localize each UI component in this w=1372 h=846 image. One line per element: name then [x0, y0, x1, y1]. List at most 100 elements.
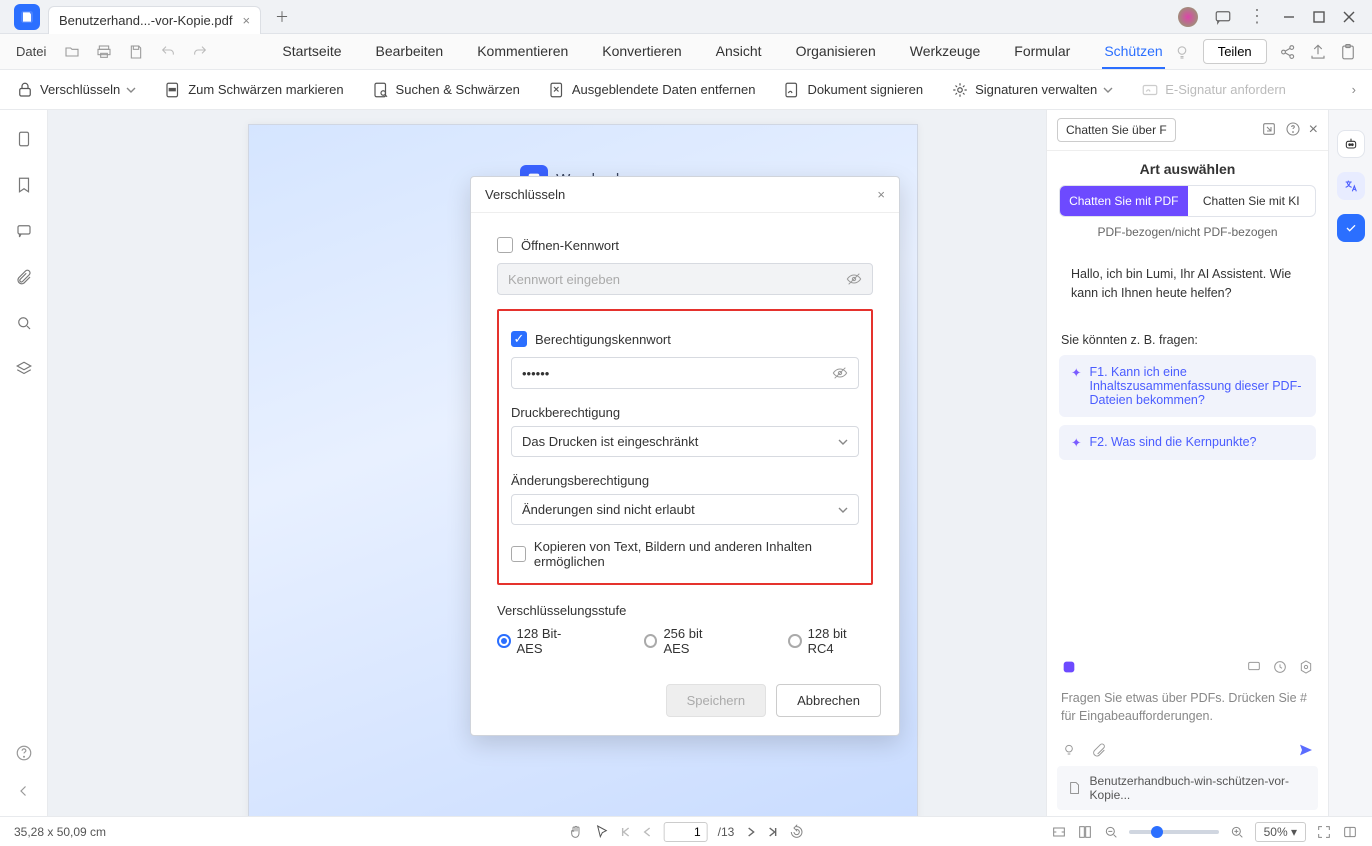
first-page-icon[interactable]	[620, 826, 632, 838]
kebab-menu-icon[interactable]: ⋮	[1248, 6, 1266, 27]
idea-icon[interactable]	[1061, 742, 1077, 758]
chat-mode-dropdown[interactable]: Chatten Sie über F	[1057, 118, 1176, 142]
close-panel-icon[interactable]: ×	[1309, 121, 1318, 139]
ai-panel-title: Art auswählen	[1047, 151, 1328, 185]
save-icon[interactable]	[124, 40, 148, 64]
cancel-button[interactable]: Abbrechen	[776, 684, 881, 717]
share-cloud-icon[interactable]	[1279, 43, 1297, 61]
redo-icon[interactable]	[188, 40, 212, 64]
clock-icon[interactable]	[1272, 659, 1288, 675]
fullscreen-icon[interactable]	[1316, 824, 1332, 840]
page-number-input[interactable]	[664, 822, 708, 842]
encrypt-button[interactable]: Verschlüsseln	[16, 81, 136, 99]
change-perm-select[interactable]: Änderungen sind nicht erlaubt	[511, 494, 859, 525]
undo-icon[interactable]	[156, 40, 180, 64]
expand-panel-icon[interactable]	[1261, 121, 1277, 137]
help-icon[interactable]	[15, 744, 33, 762]
rotate-icon[interactable]	[788, 824, 804, 840]
fit-width-icon[interactable]	[1051, 824, 1067, 840]
manage-sigs-button[interactable]: Signaturen verwalten	[951, 81, 1113, 99]
request-esig-label: E-Signatur anfordern	[1165, 82, 1286, 97]
ai-attached-file[interactable]: Benutzerhandbuch-win-schützen-vor-Kopie.…	[1057, 766, 1318, 810]
tab-startseite[interactable]: Startseite	[280, 35, 343, 69]
perm-password-checkbox[interactable]: ✓	[511, 331, 527, 347]
sign-doc-button[interactable]: Dokument signieren	[783, 81, 923, 99]
enc-radio-128rc4[interactable]: 128 bit RC4	[788, 626, 873, 656]
perm-password-input[interactable]: ••••••	[511, 357, 859, 389]
search-icon[interactable]	[15, 314, 33, 332]
signature-icon	[783, 81, 801, 99]
print-icon[interactable]	[92, 40, 116, 64]
prev-page-icon[interactable]	[642, 826, 654, 838]
view-mode-icon[interactable]	[1077, 824, 1093, 840]
settings-icon[interactable]	[1298, 659, 1314, 675]
open-password-checkbox[interactable]	[497, 237, 513, 253]
tab-kommentieren[interactable]: Kommentieren	[475, 35, 570, 69]
dialog-close-icon[interactable]: ×	[877, 187, 885, 202]
save-button[interactable]: Speichern	[666, 684, 767, 717]
zoom-level-select[interactable]: 50% ▾	[1255, 822, 1306, 842]
open-password-input[interactable]: Kennwort eingeben	[497, 263, 873, 295]
ai-bot-icon[interactable]	[1337, 130, 1365, 158]
minimize-window-icon[interactable]	[1282, 10, 1296, 24]
translate-icon[interactable]	[1337, 172, 1365, 200]
tab-werkzeuge[interactable]: Werkzeuge	[908, 35, 983, 69]
hand-tool-icon[interactable]	[568, 824, 584, 840]
tab-ansicht[interactable]: Ansicht	[714, 35, 764, 69]
last-page-icon[interactable]	[766, 826, 778, 838]
next-page-icon[interactable]	[744, 826, 756, 838]
thumbnails-icon[interactable]	[15, 130, 33, 148]
close-icon[interactable]: ×	[242, 13, 250, 28]
request-esig-button[interactable]: E-Signatur anfordern	[1141, 81, 1286, 99]
tab-formular[interactable]: Formular	[1012, 35, 1072, 69]
tab-chat-pdf[interactable]: Chatten Sie mit PDF	[1060, 186, 1188, 216]
eye-icon[interactable]	[846, 271, 862, 287]
zoom-in-icon[interactable]	[1229, 824, 1245, 840]
upload-icon[interactable]	[1309, 43, 1327, 61]
lightbulb-icon[interactable]	[1173, 43, 1191, 61]
ai-input[interactable]: Fragen Sie etwas über PDFs. Drücken Sie …	[1061, 689, 1314, 727]
zoom-out-icon[interactable]	[1103, 824, 1119, 840]
attachments-icon[interactable]	[15, 268, 33, 286]
message-icon[interactable]	[1214, 8, 1232, 26]
chat-history-icon[interactable]	[1246, 659, 1262, 675]
open-icon[interactable]	[60, 40, 84, 64]
ai-suggestion-2[interactable]: ✦F2. Was sind die Kernpunkte?	[1059, 425, 1316, 460]
search-redact-button[interactable]: Suchen & Schwärzen	[372, 81, 520, 99]
search-redact-label: Suchen & Schwärzen	[396, 82, 520, 97]
remove-hidden-button[interactable]: Ausgeblendete Daten entfernen	[548, 81, 756, 99]
toolbar-more-icon[interactable]: ›	[1352, 82, 1356, 97]
mark-redact-button[interactable]: Zum Schwärzen markieren	[164, 81, 343, 99]
new-tab-icon[interactable]: ＋	[275, 7, 289, 27]
document-tab[interactable]: Benutzerhand...-vor-Kopie.pdf ×	[48, 6, 261, 34]
collapse-rail-icon[interactable]	[15, 782, 33, 800]
eye-icon[interactable]	[832, 365, 848, 381]
read-mode-icon[interactable]	[1342, 824, 1358, 840]
tab-bearbeiten[interactable]: Bearbeiten	[374, 35, 446, 69]
zoom-slider[interactable]	[1129, 830, 1219, 834]
user-avatar[interactable]	[1178, 7, 1198, 27]
ai-suggestion-1[interactable]: ✦F1. Kann ich eine Inhaltszusammenfassun…	[1059, 355, 1316, 417]
tab-chat-ki[interactable]: Chatten Sie mit KI	[1188, 186, 1316, 216]
send-icon[interactable]	[1298, 742, 1314, 758]
allow-copy-checkbox[interactable]	[511, 546, 526, 562]
enc-radio-128aes[interactable]: 128 Bit-AES	[497, 626, 584, 656]
print-perm-select[interactable]: Das Drucken ist eingeschränkt	[511, 426, 859, 457]
tab-schuetzen[interactable]: Schützen	[1102, 35, 1164, 69]
close-window-icon[interactable]	[1342, 10, 1356, 24]
tab-konvertieren[interactable]: Konvertieren	[600, 35, 683, 69]
check-shield-icon[interactable]	[1337, 214, 1365, 242]
comments-icon[interactable]	[15, 222, 33, 240]
share-button[interactable]: Teilen	[1203, 39, 1267, 64]
attach-icon[interactable]	[1091, 742, 1107, 758]
bookmarks-icon[interactable]	[15, 176, 33, 194]
tab-organisieren[interactable]: Organisieren	[794, 35, 878, 69]
clipboard-icon[interactable]	[1339, 43, 1357, 61]
layers-icon[interactable]	[15, 360, 33, 378]
enc-radio-256aes[interactable]: 256 bit AES	[644, 626, 728, 656]
file-menu[interactable]: Datei	[16, 44, 46, 59]
help-circle-icon[interactable]	[1285, 121, 1301, 137]
app-tile-icon[interactable]	[1061, 659, 1077, 675]
maximize-window-icon[interactable]	[1312, 10, 1326, 24]
select-tool-icon[interactable]	[594, 824, 610, 840]
